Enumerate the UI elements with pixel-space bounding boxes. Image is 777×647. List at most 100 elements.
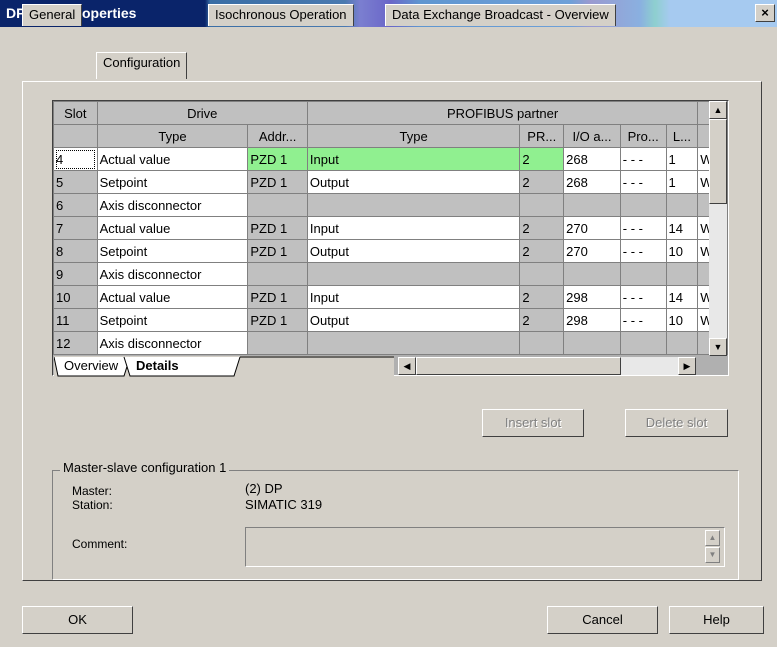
drive-type-cell[interactable]: Axis disconnector (96, 193, 249, 217)
slot-cell[interactable]: 7 (53, 216, 98, 240)
table-row[interactable]: 8 Setpoint PZD 1 Output 2 270 - - - 10 W (53, 239, 728, 263)
address-cell[interactable]: PZD 1 (247, 216, 308, 240)
drive-type-cell[interactable]: Setpoint (96, 239, 249, 263)
vertical-scrollbar[interactable]: ▲ ▼ (709, 101, 727, 356)
comment-field[interactable] (245, 527, 725, 567)
length-cell[interactable]: 1 (665, 147, 699, 171)
slot-cell[interactable]: 4 (53, 147, 98, 171)
table-row[interactable]: 7 Actual value PZD 1 Input 2 270 - - - 1… (53, 216, 728, 240)
process-image-cell[interactable]: - - - (619, 147, 667, 171)
io-address-cell[interactable]: 268 (563, 147, 621, 171)
pr-cell[interactable]: 2 (519, 308, 565, 332)
table-row[interactable]: 6 Axis disconnector (53, 193, 728, 217)
partner-type-cell[interactable]: Input (306, 147, 521, 171)
address-cell[interactable] (247, 331, 308, 355)
address-cell[interactable]: PZD 1 (247, 239, 308, 263)
delete-slot-button[interactable]: Delete slot (625, 409, 728, 437)
ok-button[interactable]: OK (22, 606, 133, 634)
length-cell[interactable]: 10 (665, 239, 699, 263)
pr-cell[interactable]: 2 (519, 216, 565, 240)
partner-type-cell[interactable]: Input (306, 216, 521, 240)
tab-isochronous-operation[interactable]: Isochronous Operation (208, 4, 354, 26)
address-cell[interactable]: PZD 1 (247, 285, 308, 309)
length-cell[interactable]: 14 (665, 285, 699, 309)
io-address-cell[interactable]: 270 (563, 239, 621, 263)
process-image-cell[interactable] (619, 331, 667, 355)
table-row[interactable]: 9 Axis disconnector (53, 262, 728, 286)
table-row[interactable]: 5 Setpoint PZD 1 Output 2 268 - - - 1 W (53, 170, 728, 194)
horizontal-scroll-thumb[interactable] (416, 357, 621, 375)
table-row[interactable]: 11 Setpoint PZD 1 Output 2 298 - - - 10 … (53, 308, 728, 332)
io-address-cell[interactable]: 270 (563, 216, 621, 240)
drive-type-cell[interactable]: Setpoint (96, 308, 249, 332)
drive-type-cell[interactable]: Actual value (96, 216, 249, 240)
pr-cell[interactable] (519, 262, 565, 286)
col-process-image[interactable]: Pro... (619, 124, 667, 148)
partner-type-cell[interactable] (306, 262, 521, 286)
partner-type-cell[interactable]: Output (306, 170, 521, 194)
process-image-cell[interactable]: - - - (619, 285, 667, 309)
vertical-scroll-thumb[interactable] (709, 119, 727, 204)
help-button[interactable]: Help (669, 606, 764, 634)
table-row[interactable]: 10 Actual value PZD 1 Input 2 298 - - - … (53, 285, 728, 309)
io-address-cell[interactable] (563, 331, 621, 355)
scroll-right-icon[interactable]: ▶ (678, 357, 696, 375)
length-cell[interactable]: 14 (665, 216, 699, 240)
slot-cell[interactable]: 10 (53, 285, 98, 309)
col-length[interactable]: L... (665, 124, 699, 148)
pr-cell[interactable]: 2 (519, 285, 565, 309)
col-partner-type[interactable]: Type (306, 124, 521, 148)
spin-up-icon[interactable]: ▲ (705, 530, 720, 546)
close-icon[interactable]: × (755, 4, 775, 22)
drive-type-cell[interactable]: Setpoint (96, 170, 249, 194)
address-cell[interactable]: PZD 1 (247, 147, 308, 171)
pr-cell[interactable] (519, 193, 565, 217)
io-address-cell[interactable]: 298 (563, 285, 621, 309)
process-image-cell[interactable] (619, 193, 667, 217)
drive-type-cell[interactable]: Axis disconnector (96, 262, 249, 286)
table-row[interactable]: 12 Axis disconnector (53, 331, 728, 355)
length-cell[interactable] (665, 193, 699, 217)
partner-type-cell[interactable] (306, 331, 521, 355)
drive-type-cell[interactable]: Axis disconnector (96, 331, 249, 355)
length-cell[interactable]: 10 (665, 308, 699, 332)
cancel-button[interactable]: Cancel (547, 606, 658, 634)
col-address[interactable]: Addr... (247, 124, 308, 148)
partner-type-cell[interactable]: Output (306, 308, 521, 332)
slot-cell[interactable]: 11 (53, 308, 98, 332)
tab-data-exchange-broadcast[interactable]: Data Exchange Broadcast - Overview (385, 4, 616, 26)
spin-down-icon[interactable]: ▼ (705, 547, 720, 563)
horizontal-scrollbar[interactable]: ◀ ▶ (398, 357, 696, 375)
slot-cell[interactable]: 5 (53, 170, 98, 194)
sheet-tab-details[interactable]: Details (136, 358, 179, 373)
address-cell[interactable] (247, 262, 308, 286)
col-drive-type[interactable]: Type (96, 124, 249, 148)
drive-type-cell[interactable]: Actual value (96, 147, 249, 171)
process-image-cell[interactable]: - - - (619, 170, 667, 194)
process-image-cell[interactable]: - - - (619, 308, 667, 332)
partner-type-cell[interactable]: Input (306, 285, 521, 309)
address-cell[interactable] (247, 193, 308, 217)
tab-configuration[interactable]: Configuration (96, 52, 188, 79)
process-image-cell[interactable]: - - - (619, 216, 667, 240)
col-io-address[interactable]: I/O a... (563, 124, 621, 148)
config-grid[interactable]: Slot Drive PROFIBUS partner Type Addr...… (52, 100, 729, 376)
address-cell[interactable]: PZD 1 (247, 170, 308, 194)
pr-cell[interactable] (519, 331, 565, 355)
pr-cell[interactable]: 2 (519, 239, 565, 263)
insert-slot-button[interactable]: Insert slot (482, 409, 584, 437)
slot-cell[interactable]: 6 (53, 193, 98, 217)
io-address-cell[interactable] (563, 262, 621, 286)
table-row[interactable]: 4 Actual value PZD 1 Input 2 268 - - - 1… (53, 147, 728, 171)
process-image-cell[interactable]: - - - (619, 239, 667, 263)
slot-cell[interactable]: 9 (53, 262, 98, 286)
length-cell[interactable] (665, 331, 699, 355)
io-address-cell[interactable]: 298 (563, 308, 621, 332)
io-address-cell[interactable]: 268 (563, 170, 621, 194)
tab-general[interactable]: General (22, 4, 83, 26)
slot-cell[interactable]: 12 (53, 331, 98, 355)
scroll-down-icon[interactable]: ▼ (709, 338, 727, 356)
process-image-cell[interactable] (619, 262, 667, 286)
scroll-up-icon[interactable]: ▲ (709, 101, 727, 119)
length-cell[interactable]: 1 (665, 170, 699, 194)
